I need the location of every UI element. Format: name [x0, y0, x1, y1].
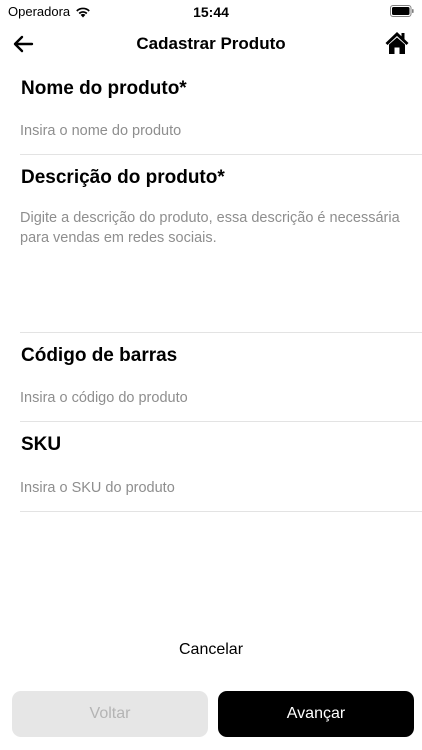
product-description-field: Descrição do produto*	[20, 155, 422, 333]
page-title: Cadastrar Produto	[136, 34, 286, 53]
clock: 15:44	[193, 4, 229, 20]
home-button[interactable]	[382, 28, 412, 58]
sku-input[interactable]	[20, 478, 400, 498]
battery-icon	[390, 5, 414, 17]
product-name-input[interactable]	[20, 121, 400, 141]
product-name-field: Nome do produto*	[20, 66, 422, 155]
cancel-button[interactable]: Cancelar	[179, 641, 243, 658]
barcode-label: Código de barras	[21, 345, 178, 366]
sku-field: SKU	[20, 422, 422, 512]
product-description-input[interactable]	[20, 208, 400, 308]
sku-label: SKU	[21, 434, 62, 455]
status-bar: Operadora 15:44	[0, 0, 422, 22]
barcode-field: Código de barras	[20, 333, 422, 422]
previous-button[interactable]: Voltar	[12, 691, 208, 737]
barcode-input[interactable]	[20, 388, 400, 408]
product-description-label: Descrição do produto*	[21, 167, 225, 188]
product-name-label: Nome do produto*	[21, 78, 187, 99]
nav-bar: Cadastrar Produto	[0, 22, 422, 66]
cancel-container: Cancelar	[0, 641, 422, 659]
next-button[interactable]: Avançar	[218, 691, 414, 737]
home-icon	[385, 32, 409, 54]
